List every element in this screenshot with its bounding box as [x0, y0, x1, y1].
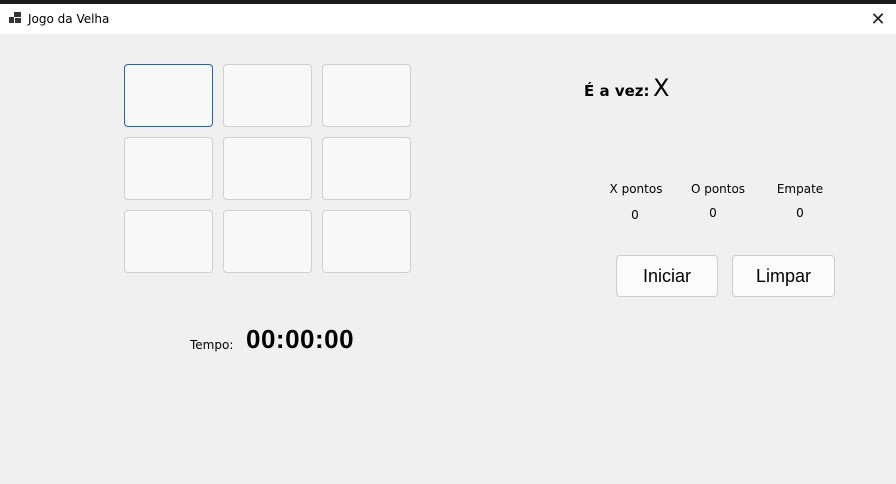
draw-score-value: 0 — [796, 206, 804, 220]
board-cell-4[interactable] — [124, 137, 213, 200]
board-cell-7[interactable] — [124, 210, 213, 273]
board-cell-9[interactable] — [322, 210, 411, 273]
x-score-value: 0 — [631, 208, 639, 222]
x-score-label: X pontos — [609, 182, 663, 196]
o-score-label: O pontos — [690, 182, 746, 196]
timer-label: Tempo: — [190, 338, 234, 352]
game-window: Jogo da Velha ✕ É a vez: X X pontos 0 O … — [0, 4, 896, 484]
timer-value: 00:00:00 — [246, 324, 355, 354]
board-cell-5[interactable] — [223, 137, 312, 200]
board-cell-8[interactable] — [223, 210, 312, 273]
board-cell-6[interactable] — [322, 137, 411, 200]
turn-player: X — [653, 74, 670, 102]
board-cell-1[interactable] — [124, 64, 213, 127]
board-cell-2[interactable] — [223, 64, 312, 127]
clear-button[interactable]: Limpar — [732, 255, 835, 297]
o-score-value: 0 — [709, 206, 717, 220]
turn-label: É a vez: — [584, 82, 650, 100]
start-button[interactable]: Iniciar — [616, 255, 718, 297]
board-cell-3[interactable] — [322, 64, 411, 127]
close-button[interactable]: ✕ — [860, 4, 896, 34]
draw-score-label: Empate — [776, 182, 824, 196]
window-title: Jogo da Velha — [28, 12, 110, 26]
title-bar: Jogo da Velha ✕ — [0, 4, 896, 34]
app-icon — [9, 12, 21, 23]
